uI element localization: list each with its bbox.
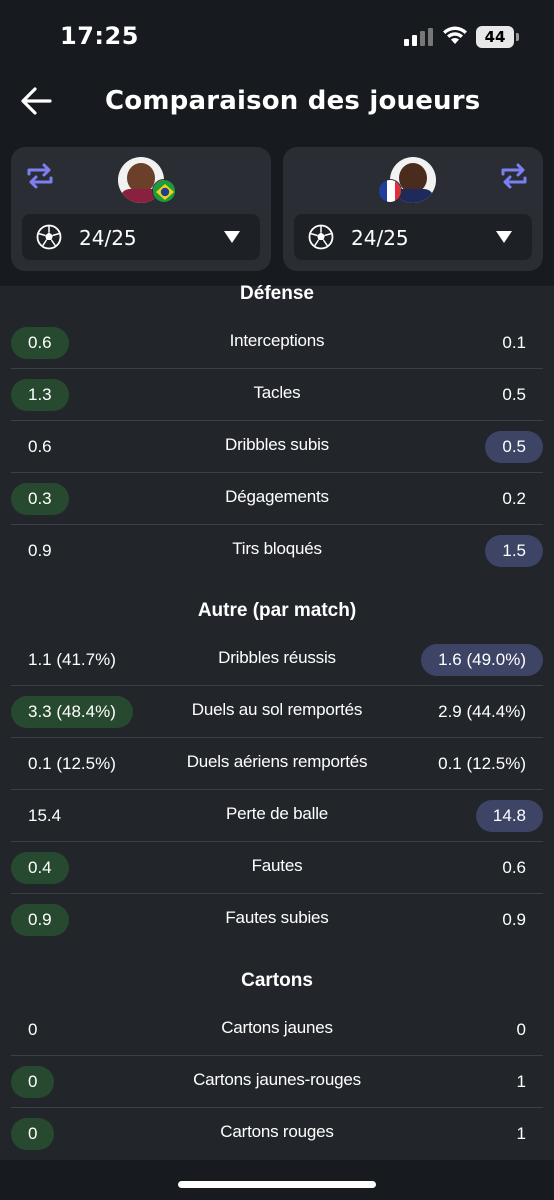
stat-row: 0 Cartons jaunes 0 — [0, 1004, 554, 1056]
stat-row: 0.1 (12.5%) Duels aériens remportés 0.1 (1… — [0, 738, 554, 790]
stat-value-left: 0 — [11, 1066, 55, 1098]
stat-value-right: 0.1 — [502, 333, 526, 352]
wifi-icon — [443, 26, 467, 44]
section-title: Cartons — [241, 970, 313, 991]
stat-label: Dribbles subis — [225, 435, 329, 454]
stat-value-left: 3.3 (48.4%) — [11, 696, 133, 728]
stat-label: Fautes subies — [225, 908, 329, 927]
stat-value-left: 0.6 — [11, 327, 69, 359]
stat-value-right: 1 — [516, 1072, 526, 1091]
stat-value-right: 0.5 — [502, 385, 526, 404]
soccer-ball-icon — [36, 224, 62, 250]
stat-value-right: 0.1 (12.5%) — [438, 754, 526, 773]
stat-value-left: 0 — [11, 1118, 55, 1150]
stat-row: 0.6 Interceptions 0.1 — [0, 317, 554, 369]
stat-label: Tacles — [253, 383, 301, 402]
player-cards: 24/25 24/25 — [0, 136, 554, 286]
stat-value-left: 0.3 — [11, 483, 69, 515]
player-card-right: 24/25 — [283, 147, 543, 271]
stat-value-right: 0.2 — [502, 489, 526, 508]
stat-value-right: 0 — [516, 1020, 526, 1039]
status-time: 17:25 — [60, 22, 139, 50]
stat-row: 1.3 Tacles 0.5 — [0, 369, 554, 421]
chevron-down-icon — [224, 231, 240, 243]
stat-value-right: 0.5 — [485, 431, 543, 463]
stat-label: Dégagements — [225, 487, 329, 506]
stat-label: Tirs bloqués — [232, 539, 322, 558]
stat-value-right: 1.6 (49.0%) — [421, 644, 543, 676]
stat-value-right: 0.6 — [502, 858, 526, 877]
stat-label: Perte de balle — [225, 804, 329, 823]
stat-row: 0 Cartons jaunes-rouges 1 — [0, 1056, 554, 1108]
stat-label: Interceptions — [229, 331, 325, 350]
stat-value-left: 1.1 (41.7%) — [28, 650, 116, 669]
stat-value-left: 0.4 — [11, 852, 69, 884]
stat-value-right: 1.5 — [485, 535, 543, 567]
stat-value-left: 0.1 (12.5%) — [28, 754, 116, 773]
stat-row: 0.9 Fautes subies 0.9 — [0, 894, 554, 946]
stat-row: 0.3 Dégagements 0.2 — [0, 473, 554, 525]
stat-value-left: 0.6 — [28, 437, 52, 456]
stat-row: 0 Cartons rouges 1 — [0, 1108, 554, 1160]
stat-label: Duels aériens remportés — [186, 752, 368, 771]
stat-value-left: 0 — [28, 1020, 38, 1039]
chevron-down-icon — [496, 231, 512, 243]
stat-value-left: 0.9 — [28, 541, 52, 560]
season-select-left[interactable]: 24/25 — [22, 214, 260, 260]
season-select-right[interactable]: 24/25 — [294, 214, 532, 260]
battery-indicator: 44 — [476, 26, 519, 48]
app-header: Comparaison des joueurs — [0, 70, 554, 136]
stat-value-left: 15.4 — [28, 806, 62, 825]
season-label: 24/25 — [79, 226, 137, 250]
player-card-left: 24/25 — [11, 147, 271, 271]
back-arrow-icon[interactable] — [18, 84, 58, 118]
stat-label: Dribbles réussis — [218, 648, 336, 667]
stat-label: Cartons jaunes — [221, 1018, 333, 1037]
stat-value-left: 1.3 — [11, 379, 69, 411]
soccer-ball-icon — [308, 224, 334, 250]
swap-player-icon[interactable] — [499, 161, 529, 191]
stat-value-left: 0.9 — [11, 904, 69, 936]
stat-label: Duels au sol remportés — [191, 700, 363, 719]
france-flag-icon — [378, 179, 402, 203]
stat-value-right: 0.9 — [502, 910, 526, 929]
stat-value-right: 1 — [516, 1124, 526, 1143]
stat-row: 0.9 Tirs bloqués 1.5 — [0, 525, 554, 577]
brazil-flag-icon — [152, 179, 176, 203]
status-bar: 17:25 44 — [0, 0, 554, 70]
stat-row: 0.4 Fautes 0.6 — [0, 842, 554, 894]
swap-player-icon[interactable] — [25, 161, 55, 191]
home-indicator[interactable] — [178, 1181, 376, 1188]
stat-value-right: 2.9 (44.4%) — [438, 702, 526, 721]
stat-row: 3.3 (48.4%) Duels au sol remportés 2.9 (44… — [0, 686, 554, 738]
stat-label: Cartons jaunes-rouges — [193, 1070, 361, 1089]
stat-row: 15.4 Perte de balle 14.8 — [0, 790, 554, 842]
stat-label: Cartons rouges — [220, 1122, 334, 1141]
stat-label: Fautes — [251, 856, 303, 875]
stat-row: 1.1 (41.7%) Dribbles réussis 1.6 (49.0%) — [0, 634, 554, 686]
section-title: Défense — [240, 283, 314, 304]
bottom-bar — [0, 1160, 554, 1200]
section-title: Autre (par match) — [197, 600, 357, 621]
cellular-signal-icon — [404, 28, 434, 46]
stat-value-right: 14.8 — [475, 800, 543, 832]
stat-row: 0.6 Dribbles subis 0.5 — [0, 421, 554, 473]
page-title: Comparaison des joueurs — [105, 86, 481, 116]
season-label: 24/25 — [351, 226, 409, 250]
